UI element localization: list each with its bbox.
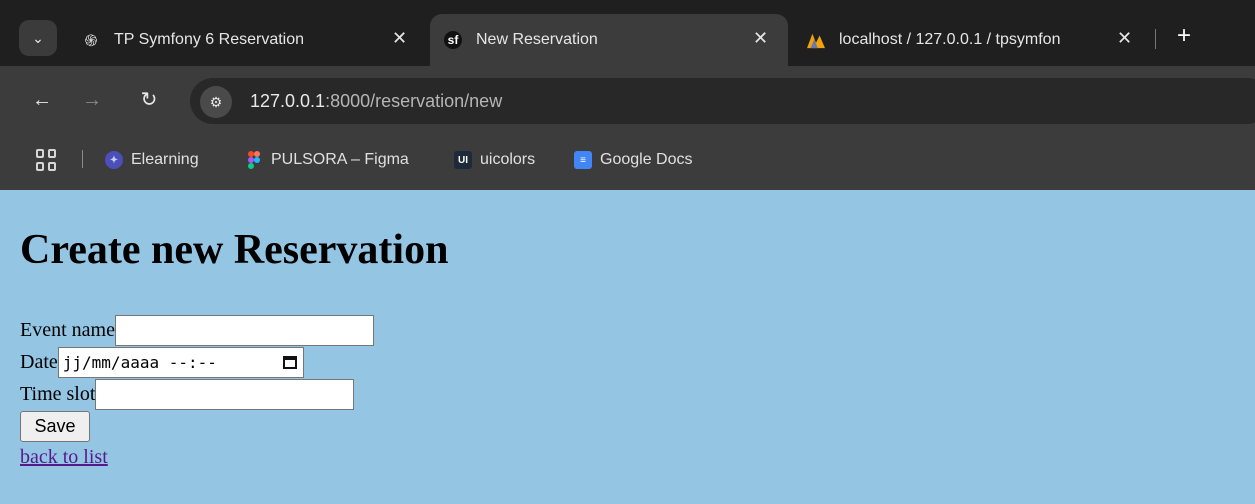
date-input[interactable]: jj/mm/aaaa --:-- bbox=[57, 347, 304, 378]
tab-title: localhost / 127.0.0.1 / tpsymfon bbox=[839, 31, 1061, 48]
tab-title: TP Symfony 6 Reservation bbox=[114, 31, 305, 48]
save-button[interactable]: Save bbox=[20, 411, 90, 442]
google-docs-icon: ≡ bbox=[574, 151, 592, 169]
apps-grid-icon[interactable] bbox=[36, 149, 58, 171]
tab-title: New Reservation bbox=[476, 31, 598, 48]
bookmark-label: uicolors bbox=[480, 151, 536, 168]
chevron-down-icon: ⌄ bbox=[32, 29, 44, 46]
url-host: 127.0.0.1 bbox=[250, 91, 326, 111]
back-to-list-link[interactable]: back to list bbox=[20, 446, 108, 469]
page-title: Create new Reservation bbox=[20, 227, 449, 273]
browser-chrome: ⌄ ֍ TP Symfony 6 Reservation ✕ sf New Re… bbox=[0, 0, 1255, 190]
phpmyadmin-icon bbox=[807, 31, 825, 49]
uicolors-icon: UI bbox=[454, 151, 472, 169]
tab-new-reservation[interactable]: sf New Reservation ✕ bbox=[430, 14, 788, 66]
forward-arrow-icon[interactable]: → bbox=[80, 88, 104, 112]
bookmarks-divider bbox=[82, 150, 83, 168]
time-slot-row: Time slot bbox=[20, 379, 355, 410]
bookmark-label: PULSORA – Figma bbox=[271, 151, 409, 168]
url-text[interactable]: 127.0.0.1:8000/reservation/new bbox=[250, 91, 502, 112]
site-info-icon[interactable]: ⚙ bbox=[200, 86, 232, 118]
url-path: :8000/reservation/new bbox=[325, 91, 503, 111]
date-label: Date bbox=[20, 351, 58, 373]
reload-icon[interactable]: ↻ bbox=[137, 88, 161, 112]
page-content: Create new Reservation Event name Date j… bbox=[0, 190, 1255, 504]
close-tab-icon[interactable]: ✕ bbox=[1117, 28, 1132, 49]
elearning-icon: ✦ bbox=[105, 151, 123, 169]
new-tab-icon[interactable]: + bbox=[1172, 21, 1196, 51]
close-tab-icon[interactable]: ✕ bbox=[392, 28, 407, 49]
symfony-icon: sf bbox=[444, 31, 462, 49]
time-slot-label: Time slot bbox=[20, 383, 96, 405]
openai-icon: ֍ bbox=[84, 33, 98, 50]
event-name-label: Event name bbox=[20, 319, 115, 341]
tab-divider bbox=[1155, 29, 1156, 49]
date-row: Date jj/mm/aaaa --:-- bbox=[20, 347, 304, 378]
bookmark-elearning[interactable]: ✦ Elearning bbox=[105, 150, 199, 170]
bookmark-figma[interactable]: PULSORA – Figma bbox=[245, 150, 409, 170]
figma-icon bbox=[245, 151, 263, 169]
calendar-icon[interactable] bbox=[282, 356, 297, 369]
tab-strip: ⌄ ֍ TP Symfony 6 Reservation ✕ sf New Re… bbox=[0, 0, 1255, 66]
date-placeholder: jj/mm/aaaa --:-- bbox=[62, 353, 217, 372]
tab-search-button[interactable]: ⌄ bbox=[19, 20, 57, 56]
time-slot-input[interactable] bbox=[95, 379, 355, 410]
event-name-row: Event name bbox=[20, 315, 374, 346]
bookmark-uicolors[interactable]: UI uicolors bbox=[454, 150, 535, 170]
bookmark-label: Elearning bbox=[131, 151, 199, 168]
event-name-input[interactable] bbox=[114, 315, 374, 346]
back-arrow-icon[interactable]: ← bbox=[30, 88, 54, 112]
tab-phpmyadmin[interactable]: localhost / 127.0.0.1 / tpsymfon ✕ bbox=[795, 14, 1150, 66]
bookmark-label: Google Docs bbox=[600, 151, 693, 168]
bookmark-google-docs[interactable]: ≡ Google Docs bbox=[574, 150, 693, 170]
close-tab-icon[interactable]: ✕ bbox=[753, 28, 768, 49]
tab-tp-symfony[interactable]: ֍ TP Symfony 6 Reservation ✕ bbox=[70, 14, 420, 66]
